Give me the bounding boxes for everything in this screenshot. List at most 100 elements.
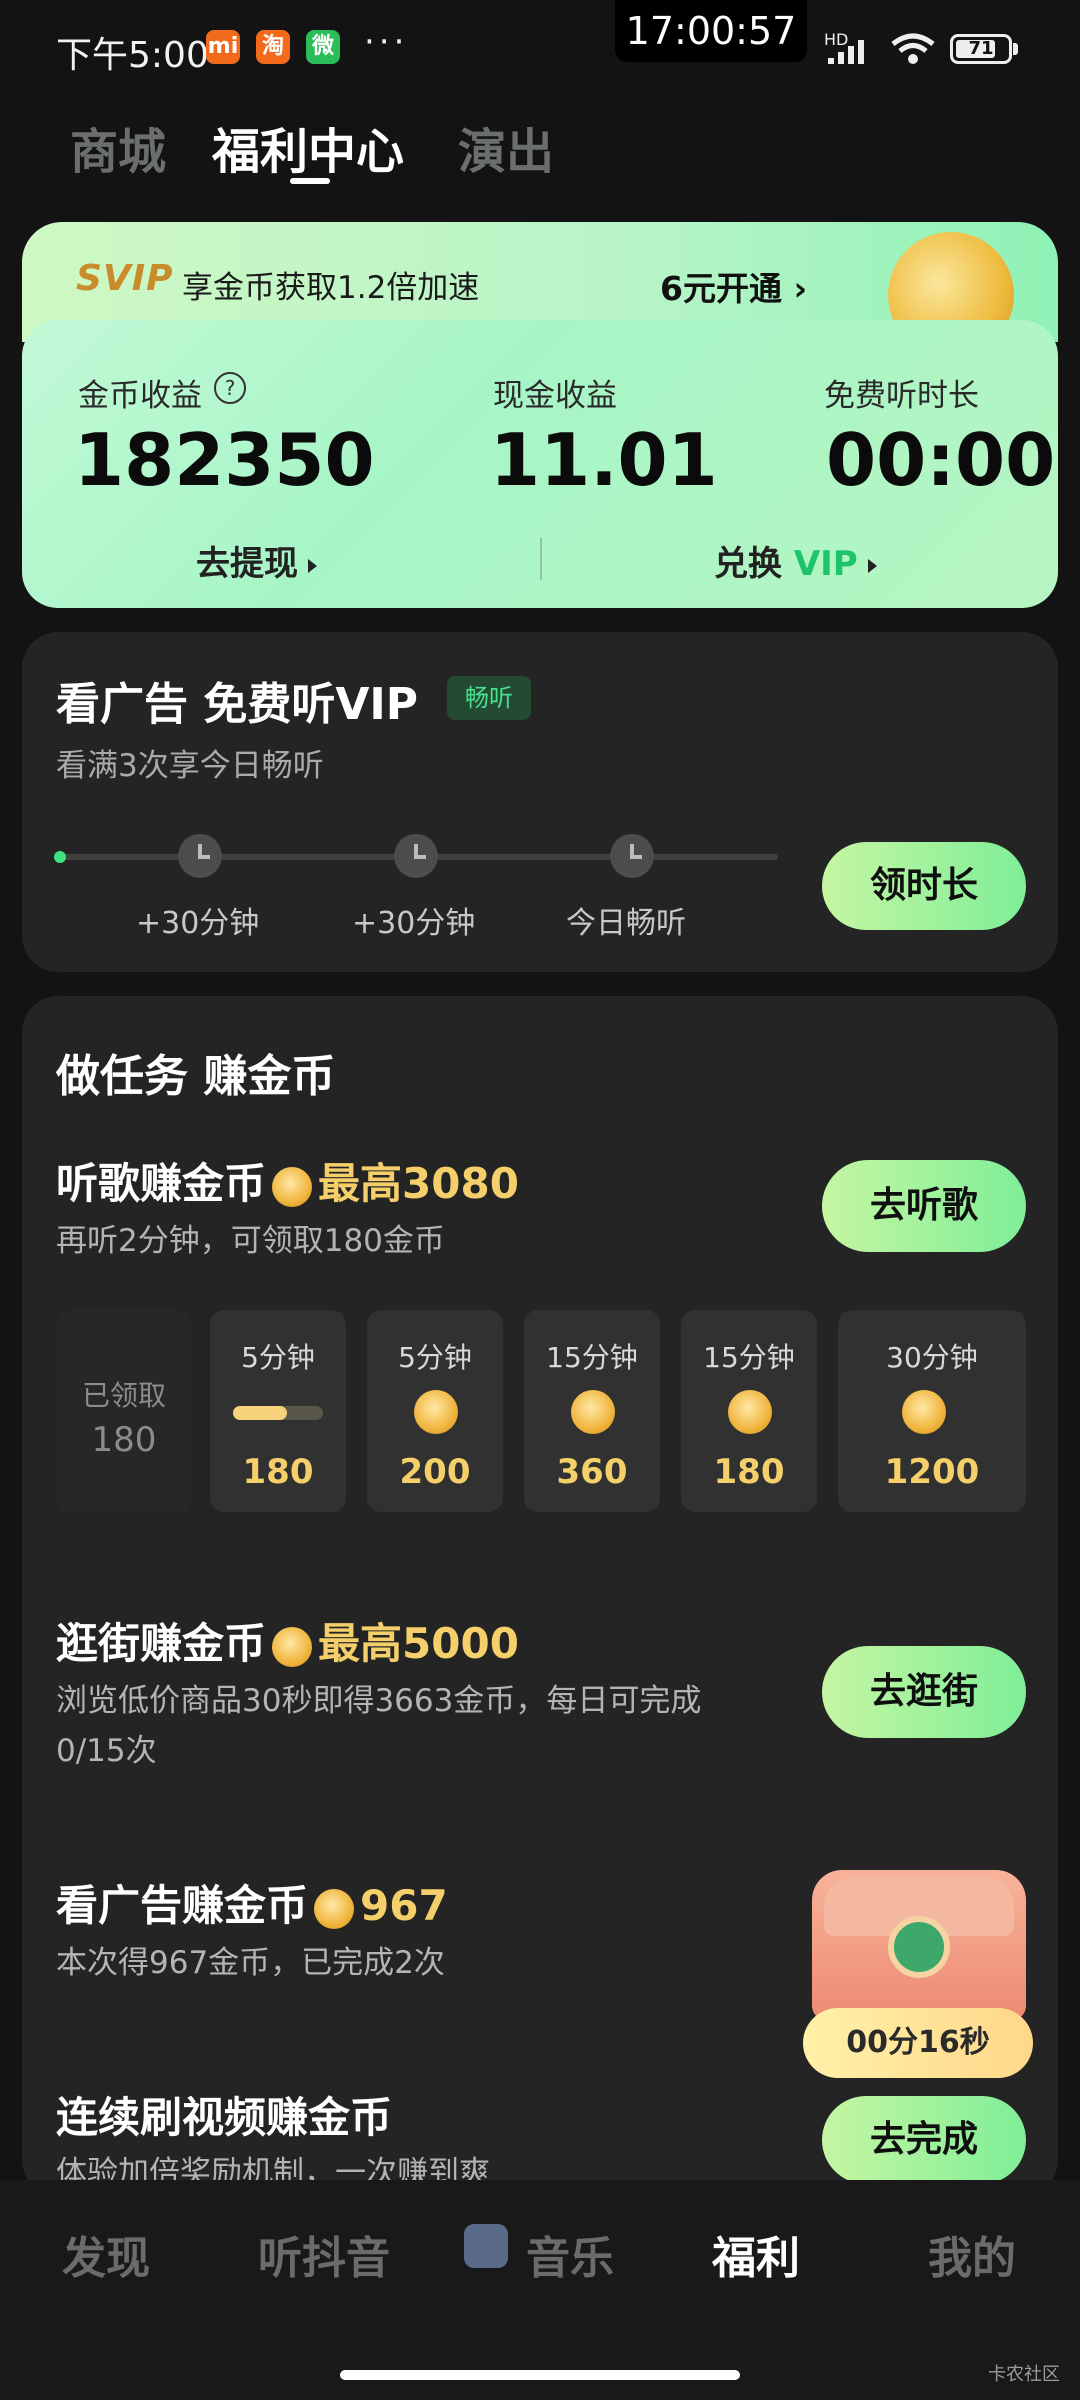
reward-tile[interactable]: 5分钟 200 [367,1310,503,1512]
battery-tip [1013,43,1018,55]
nav-listen-douyin[interactable]: 听抖音 [258,2222,390,2286]
tasks-title: 做任务 赚金币 [56,1051,336,1102]
tile-progress-bar [233,1406,323,1420]
tile-value: 180 [713,1452,785,1492]
nav-me[interactable]: 我的 [928,2222,1016,2286]
clock-icon [394,834,438,878]
music-task-title: 听歌赚金币 最高3080 [56,1150,519,1211]
withdraw-label: 去提现 [196,544,298,584]
exchange-label: 兑换 [714,544,782,584]
progress-tick-label: +30分钟 [136,906,260,941]
progress-tick-label: +30分钟 [352,906,476,941]
listen-music-button[interactable]: 去听歌 [822,1160,1026,1252]
clock-icon [178,834,222,878]
ad-task-title: 看广告赚金币 967 [56,1872,448,1933]
nav-music[interactable]: 音乐 [526,2222,614,2286]
tab-welfare-center[interactable]: 福利中心 [212,112,404,182]
coin-earnings-value: 182350 [74,418,375,502]
signal-icon [828,40,864,64]
shop-max-value: 5000 [402,1619,519,1668]
watermark: 卡农社区 [988,2364,1060,2385]
wechat-app-icon: 微 [306,30,340,64]
exchange-vip-label: VIP [793,544,858,584]
ad-task-value: 967 [360,1881,448,1930]
tile-label: 15分钟 [546,1341,638,1374]
taobao-app-icon: 淘 [256,30,290,64]
status-clock: 17:00:57 [615,0,807,62]
tile-label: 已领取 [81,1379,166,1412]
nav-welfare[interactable]: 福利 [712,2222,800,2286]
tile-value: 1200 [884,1452,980,1492]
claim-time-button[interactable]: 领时长 [822,842,1026,930]
go-shopping-button[interactable]: 去逛街 [822,1646,1026,1738]
free-listen-value: 00:00 [826,418,1056,502]
more-icon: ··· [364,22,409,62]
divider [540,538,542,580]
coin-stack-icon [902,1390,946,1434]
svip-label: SVIP [76,258,174,299]
progress-start-dot [54,851,66,863]
clock-icon [610,834,654,878]
coin-icon [314,1888,355,1929]
triangle-right-icon [867,558,877,573]
coin-icon [272,1166,313,1207]
video-task-subtitle: 体验加倍奖励机制，一次赚到爽 [56,2155,490,2180]
music-task-label: 听歌赚金币 [56,1159,267,1208]
music-note-icon [888,1916,950,1978]
reward-tile-claimed: 已领取 180 [56,1310,192,1512]
changting-badge: 畅听 [447,676,531,720]
ad-task-subtitle: 本次得967金币，已完成2次 [56,1945,445,1981]
tile-progress-fill [233,1406,287,1420]
svip-text: 享金币获取1.2倍加速 [182,270,480,306]
shop-task-label: 逛街赚金币 [56,1619,267,1668]
reward-tile[interactable]: 15分钟 360 [524,1310,660,1512]
music-nav-icon [464,2224,508,2268]
music-task-subtitle: 再听2分钟，可领取180金币 [56,1223,445,1259]
shop-task-subtitle: 浏览低价商品30秒即得3663金币，每日可完成 [56,1683,702,1719]
coin-icon [414,1390,458,1434]
battery-level: 71 [968,38,994,59]
nav-discover[interactable]: 发现 [62,2222,150,2286]
ad-vip-subtitle: 看满3次享今日畅听 [56,748,324,784]
cash-earnings-value: 11.01 [490,418,718,502]
coin-icon [571,1390,615,1434]
tile-label: 5分钟 [241,1341,315,1374]
progress-tick-label: 今日畅听 [566,906,686,941]
ad-vip-title: 看广告 免费听VIP [56,679,418,730]
tile-label: 15分钟 [703,1341,795,1374]
exchange-vip-link[interactable]: 兑换 VIP [714,536,877,585]
tile-value: 360 [556,1452,628,1492]
tab-mall[interactable]: 商城 [70,112,166,182]
mi-app-icon: mi [206,30,240,64]
shop-max-label: 最高 [318,1619,403,1668]
tile-label: 30分钟 [886,1341,978,1374]
music-max-label: 最高 [318,1159,403,1208]
tile-value: 200 [399,1452,471,1492]
home-indicator[interactable] [340,2370,740,2380]
reward-tile[interactable]: 30分钟 1200 [838,1310,1026,1512]
coin-icon [272,1626,313,1667]
bottom-nav [0,2180,1080,2400]
reward-tile[interactable]: 5分钟 180 [210,1310,346,1512]
tab-shows[interactable]: 演出 [458,112,554,182]
complete-task-button[interactable]: 去完成 [822,2096,1026,2184]
svip-open-button[interactable]: 6元开通 › [660,262,807,310]
help-icon[interactable]: ? [214,372,246,404]
chest-timer: 00分16秒 [803,2008,1033,2078]
tile-value: 180 [91,1420,157,1460]
wifi-icon [891,33,935,64]
coin-icon [728,1390,772,1434]
ad-task-label: 看广告赚金币 [56,1881,309,1930]
tile-label: 5分钟 [398,1341,472,1374]
withdraw-link[interactable]: 去提现 [196,536,317,585]
triangle-right-icon [308,558,317,573]
chevron-right-icon: › [793,269,808,308]
status-time: 下午5:00 [56,35,209,76]
svip-open-label: 6元开通 [660,269,782,308]
video-task-title: 连续刷视频赚金币 [56,2093,393,2142]
free-listen-label: 免费听时长 [824,378,979,414]
shop-task-title: 逛街赚金币 最高5000 [56,1610,519,1671]
reward-tile[interactable]: 15分钟 180 [681,1310,817,1512]
shop-task-progress: 0/15次 [56,1733,157,1769]
music-max-value: 3080 [402,1159,519,1208]
